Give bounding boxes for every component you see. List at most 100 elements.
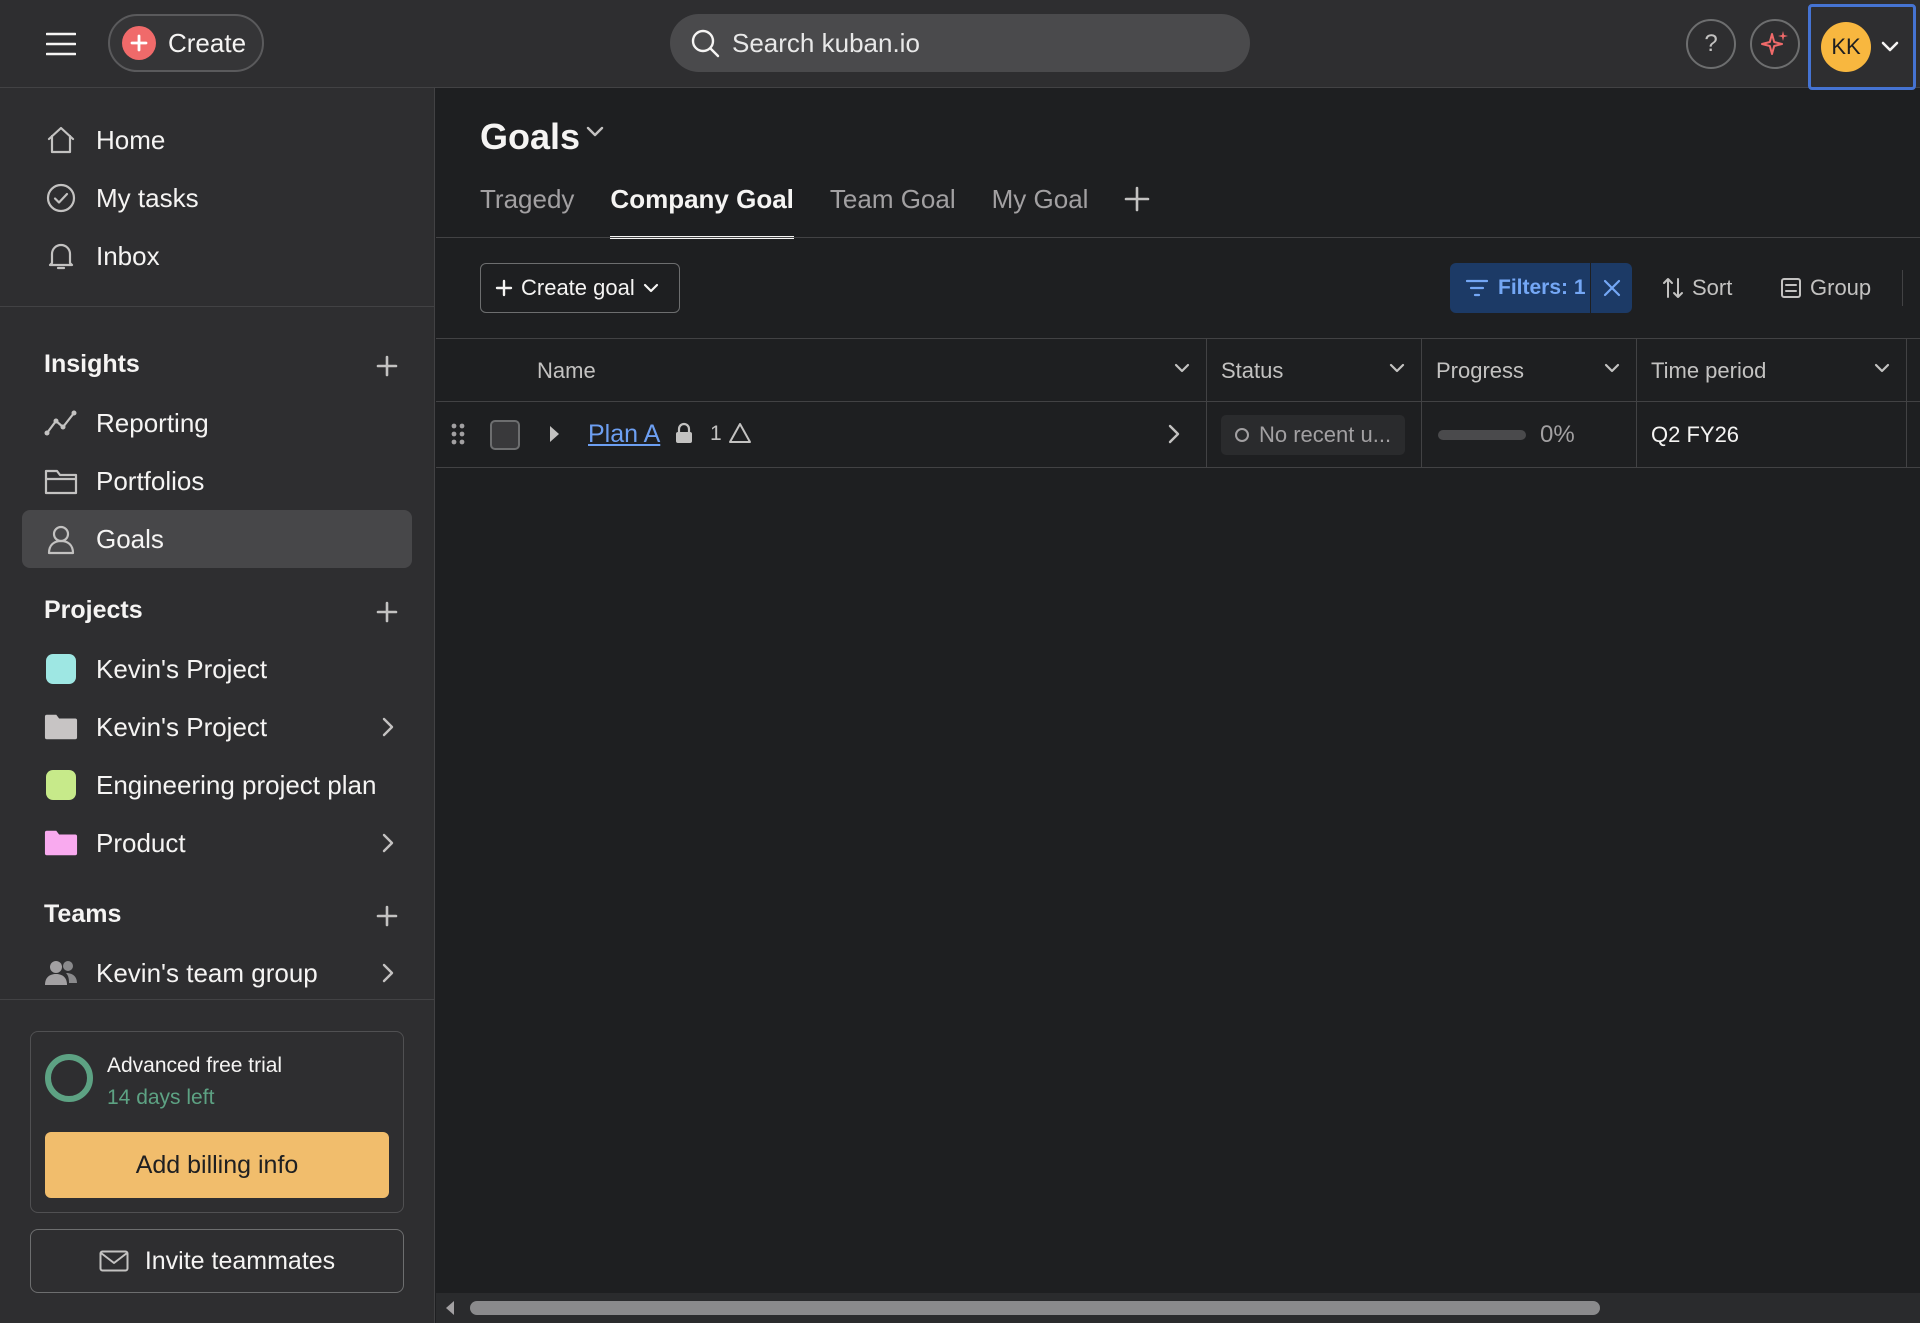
search-icon [690, 28, 720, 58]
clear-filters-button[interactable] [1590, 263, 1632, 313]
ai-assistant-button[interactable] [1750, 19, 1800, 69]
sidebar-divider [0, 999, 435, 1000]
column-header-name[interactable]: Name [436, 339, 1207, 402]
progress-cell: 0% [1422, 402, 1637, 467]
trial-card: Advanced free trial 14 days left Add bil… [30, 1031, 404, 1213]
table-row[interactable]: Plan A 1 No recent u... 0% Q2 FY26 [436, 402, 1920, 468]
sidebar-item-home[interactable]: Home [22, 111, 412, 169]
sidebar-item-goals[interactable]: Goals [22, 510, 412, 568]
warning-triangle-icon [728, 422, 752, 444]
chevron-down-icon[interactable] [586, 126, 604, 138]
chevron-right-icon[interactable] [1168, 424, 1180, 444]
trial-title: Advanced free trial [107, 1054, 283, 1077]
status-circle-icon [1235, 427, 1249, 442]
tab-my-goal[interactable]: My Goal [992, 184, 1089, 236]
filters-button[interactable]: Filters: 1 [1450, 263, 1590, 313]
progress-percent: 0% [1540, 420, 1575, 448]
subgoal-count: 1 [710, 422, 722, 445]
plus-icon [495, 279, 513, 297]
sort-icon [1662, 276, 1684, 300]
add-tab-plus-icon[interactable] [1124, 186, 1154, 216]
chevron-right-icon[interactable] [382, 717, 394, 737]
sidebar: Home My tasks Inbox Insights Reporting P… [0, 88, 435, 1323]
sidebar-project-product[interactable]: Product [22, 814, 412, 872]
sort-button[interactable]: Sort [1662, 263, 1732, 313]
expand-triangle-icon[interactable] [548, 425, 560, 443]
invite-teammates-label: Invite teammates [144, 1246, 336, 1275]
horizontal-scrollbar[interactable] [436, 1293, 1920, 1323]
sidebar-team-kevins-team-group[interactable]: Kevin's team group [22, 944, 412, 1002]
trial-progress-ring-icon [45, 1054, 93, 1102]
chevron-down-icon[interactable] [1874, 363, 1890, 373]
sort-label: Sort [1692, 275, 1733, 300]
sidebar-item-label: Reporting [96, 407, 209, 438]
sidebar-project-kevins-project-1[interactable]: Kevin's Project [22, 640, 412, 698]
sidebar-project-kevins-project-2[interactable]: Kevin's Project [22, 698, 412, 756]
sidebar-project-engineering-plan[interactable]: Engineering project plan [22, 756, 412, 814]
chevron-down-icon [643, 283, 659, 293]
add-billing-info-button[interactable]: Add billing info [45, 1132, 389, 1198]
add-project-plus-icon[interactable] [370, 595, 404, 629]
row-checkbox[interactable] [490, 420, 520, 450]
help-button[interactable]: ? [1686, 19, 1736, 69]
add-insight-plus-icon[interactable] [370, 349, 404, 383]
main-content: Goals Tragedy Company Goal Team Goal My … [436, 88, 1920, 1323]
sparkle-icon [1759, 28, 1791, 60]
sidebar-item-reporting[interactable]: Reporting [22, 394, 412, 452]
chevron-down-icon[interactable] [1174, 363, 1190, 373]
status-badge: No recent u... [1221, 414, 1406, 455]
folder-filled-icon [44, 710, 78, 744]
create-button-label: Create [168, 27, 247, 58]
insights-section-title: Insights [44, 350, 140, 378]
time-period-cell[interactable]: Q2 FY26 [1637, 402, 1907, 467]
group-button[interactable]: Group [1780, 263, 1871, 313]
progress-bar [1438, 429, 1526, 440]
sidebar-item-label: Kevin's Project [96, 653, 268, 684]
sidebar-item-label: Kevin's team group [96, 957, 318, 988]
tab-team-goal[interactable]: Team Goal [830, 184, 956, 236]
close-icon [1603, 279, 1621, 297]
team-icon [44, 956, 78, 990]
scrollbar-thumb[interactable] [470, 1301, 1600, 1315]
invite-teammates-button[interactable]: Invite teammates [30, 1229, 404, 1293]
scroll-left-arrow-icon[interactable] [444, 1300, 456, 1316]
sidebar-item-label: Goals [96, 523, 164, 554]
column-header-progress[interactable]: Progress [1422, 339, 1637, 402]
tab-company-goal[interactable]: Company Goal [610, 184, 795, 239]
tab-tragedy[interactable]: Tragedy [480, 184, 574, 236]
name-cell: Plan A 1 [436, 402, 1207, 467]
sidebar-item-label: Home [96, 124, 166, 155]
search-input[interactable] [732, 27, 1250, 59]
search-bar[interactable] [670, 14, 1250, 72]
group-label: Group [1810, 275, 1872, 300]
project-color-swatch [46, 770, 76, 800]
filter-icon [1466, 279, 1488, 297]
create-goal-button[interactable]: Create goal [480, 263, 680, 313]
person-icon [44, 522, 78, 556]
group-icon [1780, 277, 1802, 299]
sidebar-item-label: My tasks [96, 182, 199, 213]
status-cell[interactable]: No recent u... [1207, 402, 1422, 467]
chevron-right-icon[interactable] [382, 833, 394, 853]
column-header-time-period[interactable]: Time period [1637, 339, 1907, 402]
chevron-down-icon[interactable] [1389, 363, 1405, 373]
sidebar-item-inbox[interactable]: Inbox [22, 227, 412, 285]
add-team-plus-icon[interactable] [370, 899, 404, 933]
goal-name-link[interactable]: Plan A [588, 420, 660, 449]
column-header-status[interactable]: Status [1207, 339, 1422, 402]
chevron-right-icon[interactable] [382, 963, 394, 983]
projects-section-title: Projects [44, 596, 143, 624]
envelope-icon [99, 1250, 129, 1272]
sidebar-item-my-tasks[interactable]: My tasks [22, 169, 412, 227]
sidebar-divider [0, 306, 435, 307]
sidebar-item-portfolios[interactable]: Portfolios [22, 452, 412, 510]
hamburger-menu-icon[interactable] [40, 24, 82, 64]
time-period-value: Q2 FY26 [1651, 421, 1740, 447]
drag-handle-icon[interactable] [450, 422, 466, 446]
toolbar-divider [1902, 270, 1903, 306]
trial-days-left: 14 days left [107, 1086, 215, 1109]
account-menu-button[interactable]: KK [1808, 4, 1916, 90]
chevron-down-icon[interactable] [1604, 363, 1620, 373]
project-color-swatch [46, 654, 76, 684]
create-button[interactable]: Create [108, 14, 264, 72]
